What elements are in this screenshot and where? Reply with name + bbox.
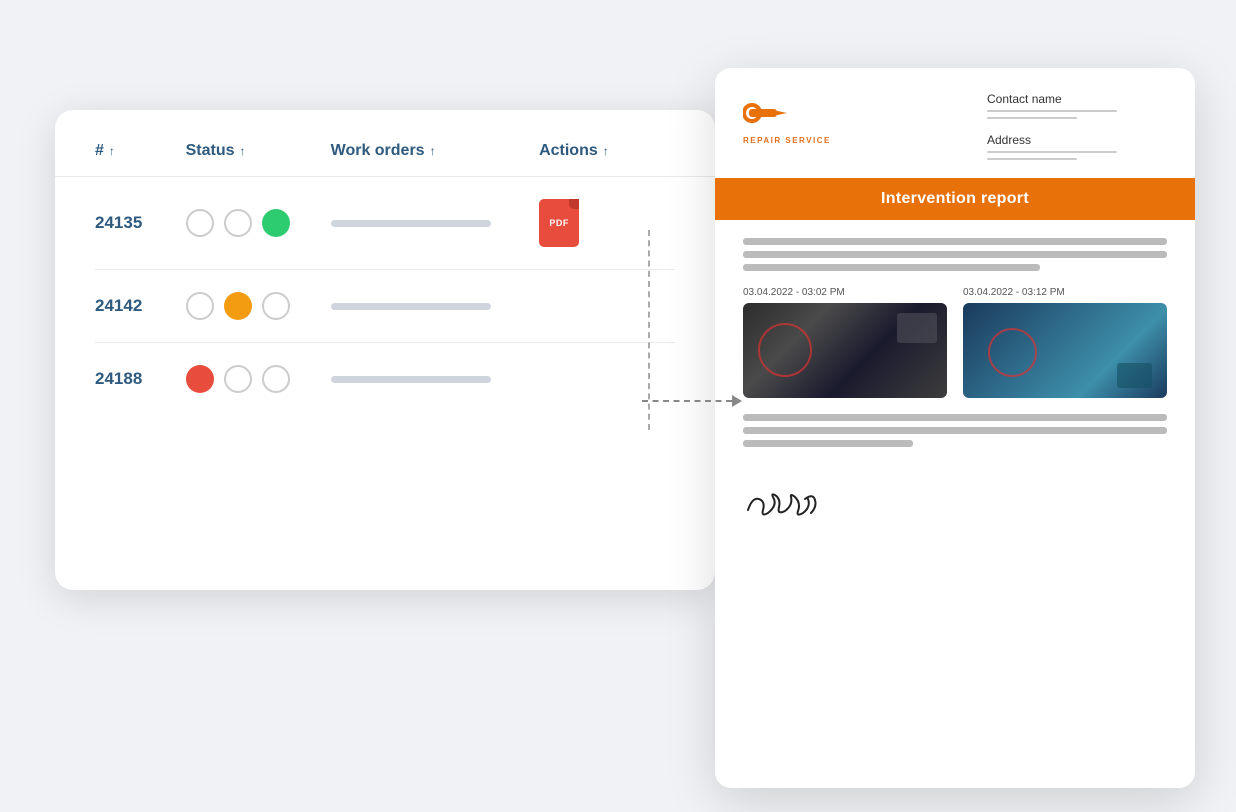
report-card: REPAIR SERVICE Contact name Address Inte… — [715, 68, 1195, 788]
contact-name-label: Contact name — [987, 92, 1167, 106]
col-header-workorders[interactable]: Work orders ↑ — [331, 142, 539, 160]
row-id: 24188 — [95, 369, 186, 389]
col-header-num[interactable]: # ↑ — [95, 142, 186, 160]
status-dot-empty — [186, 209, 214, 237]
status-dot-green — [262, 209, 290, 237]
report-banner: Intervention report — [715, 178, 1195, 220]
blurred-text-line — [743, 414, 1167, 421]
status-dot-orange — [224, 292, 252, 320]
col-num-label: # — [95, 142, 104, 160]
status-dot-empty — [224, 209, 252, 237]
photo-timestamp-2: 03.04.2022 - 03:12 PM — [963, 287, 1167, 298]
status-dot-empty — [224, 365, 252, 393]
report-description-block — [743, 238, 1167, 271]
address-line2 — [987, 158, 1077, 160]
row-workorders — [331, 303, 539, 310]
report-header: REPAIR SERVICE Contact name Address — [715, 68, 1195, 178]
blurred-text-line — [743, 427, 1167, 434]
col-status-sort[interactable]: ↑ — [240, 144, 246, 158]
photo-timestamp-1: 03.04.2022 - 03:02 PM — [743, 287, 947, 298]
row-status — [186, 365, 331, 393]
row-actions: PDF — [539, 199, 675, 247]
photo-box-1 — [743, 303, 947, 398]
col-workorders-sort[interactable]: ↑ — [430, 144, 436, 158]
col-status-label: Status — [186, 142, 235, 160]
address-label: Address — [987, 133, 1167, 147]
banner-text: Intervention report — [881, 190, 1029, 207]
status-dot-empty — [262, 292, 290, 320]
photo-container-1: 03.04.2022 - 03:02 PM — [743, 287, 947, 398]
blurred-text-line — [743, 251, 1167, 258]
col-num-sort[interactable]: ↑ — [109, 144, 115, 158]
col-actions-sort[interactable]: ↑ — [603, 144, 609, 158]
pump-photo — [963, 303, 1167, 398]
table-header: # ↑ Status ↑ Work orders ↑ Actions ↑ — [55, 110, 715, 177]
connecting-arrow — [642, 395, 742, 407]
col-workorders-label: Work orders — [331, 142, 425, 160]
arrow-right-icon — [732, 395, 742, 407]
address-field: Address — [987, 133, 1167, 160]
report-body: 03.04.2022 - 03:02 PM 03.04.2022 - 03:12… — [715, 220, 1195, 548]
row-workorders — [331, 220, 539, 227]
logo-text: REPAIR SERVICE — [743, 136, 831, 145]
contact-name-line — [987, 110, 1117, 112]
logo-area: REPAIR SERVICE — [743, 92, 831, 145]
blurred-text-line — [743, 238, 1167, 245]
row-id: 24135 — [95, 213, 186, 233]
signature-area — [743, 465, 1167, 530]
row-status — [186, 209, 331, 237]
photos-section: 03.04.2022 - 03:02 PM 03.04.2022 - 03:12… — [743, 287, 1167, 398]
pdf-label: PDF — [549, 218, 569, 228]
dashed-line — [642, 400, 732, 402]
col-header-actions[interactable]: Actions ↑ — [539, 142, 675, 160]
row-id: 24142 — [95, 296, 186, 316]
repair-service-logo — [743, 92, 797, 134]
status-dot-empty — [186, 292, 214, 320]
table-row: 24135 PDF — [95, 177, 675, 270]
status-dot-red — [186, 365, 214, 393]
col-actions-label: Actions — [539, 142, 598, 160]
photo-container-2: 03.04.2022 - 03:12 PM — [963, 287, 1167, 398]
row-workorders — [331, 376, 539, 383]
row-status — [186, 292, 331, 320]
contact-name-line2 — [987, 117, 1077, 119]
progress-bar — [331, 303, 491, 310]
report-description-block2 — [743, 414, 1167, 447]
progress-bar — [331, 376, 491, 383]
blurred-text-line — [743, 440, 913, 447]
table-body: 24135 PDF 24142 — [55, 177, 715, 415]
blurred-text-line — [743, 264, 1040, 271]
address-line1 — [987, 151, 1117, 153]
table-row: 24188 — [95, 343, 675, 415]
photo-box-2 — [963, 303, 1167, 398]
status-dot-empty — [262, 365, 290, 393]
pdf-icon[interactable]: PDF — [539, 199, 579, 247]
table-card: # ↑ Status ↑ Work orders ↑ Actions ↑ 241… — [55, 110, 715, 590]
progress-bar — [331, 220, 491, 227]
engine-photo — [743, 303, 947, 398]
contact-area: Contact name Address — [987, 92, 1167, 160]
table-row: 24142 — [95, 270, 675, 343]
contact-name-field: Contact name — [987, 92, 1167, 119]
col-header-status[interactable]: Status ↑ — [186, 142, 331, 160]
signature-svg — [743, 475, 833, 525]
